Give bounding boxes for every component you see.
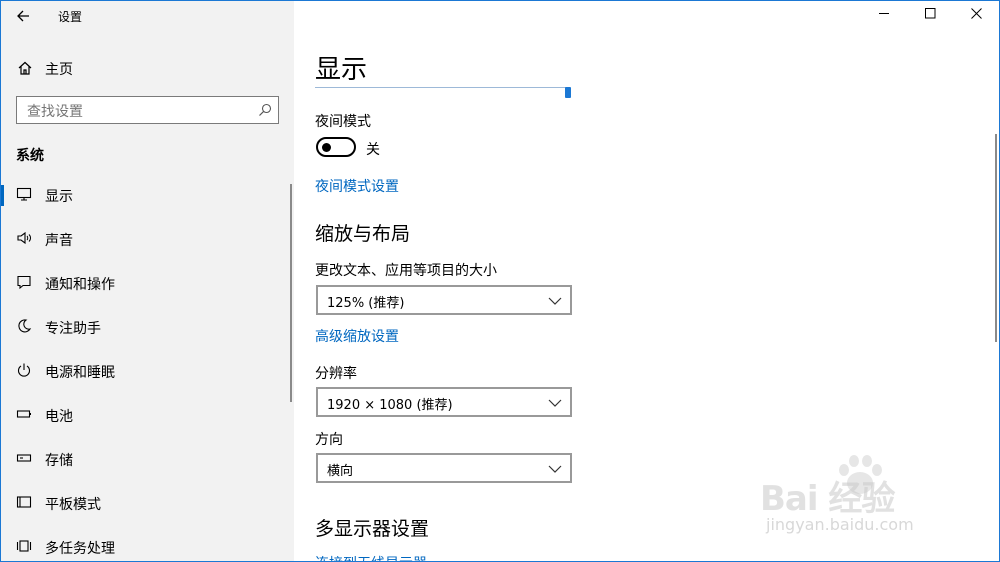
scale-layout-heading: 缩放与布局 [315,223,411,245]
speaker-icon [15,230,33,248]
night-mode-state: 关 [366,142,380,158]
home-icon [16,60,34,78]
battery-icon [15,406,33,424]
sidebar-item-label: 显示 [45,189,73,205]
sidebar-item-multitask[interactable]: 多任务处理 [1,526,294,562]
arrow-left-icon [17,10,29,22]
night-mode-settings-link[interactable]: 夜间模式设置 [315,176,399,196]
sidebar-item-moon[interactable]: 专注助手 [1,306,294,350]
night-mode-toggle[interactable] [316,137,356,157]
sidebar-item-monitor[interactable]: 显示 [1,174,294,218]
night-mode-label: 夜间模式 [315,114,371,130]
moon-icon [15,318,33,336]
sidebar-item-power[interactable]: 电源和睡眠 [1,350,294,394]
text-size-dropdown[interactable]: 125% (推荐) [316,285,572,315]
text-size-label: 更改文本、应用等项目的大小 [315,263,497,279]
sidebar-item-label: 电源和睡眠 [45,365,115,381]
tablet-icon [15,494,33,512]
title-divider [315,87,568,88]
resolution-label: 分辨率 [315,366,357,382]
home-label: 主页 [45,62,73,78]
maximize-icon [924,8,935,19]
title-bar: 设置 [1,1,294,31]
sidebar-item-label: 存储 [45,453,73,469]
maximize-button[interactable] [907,1,953,31]
minimize-icon [878,13,889,14]
close-icon [970,8,982,19]
baidu-watermark: Bai 经验 jingyan.baidu.com [760,453,960,543]
sidebar-scrollbar[interactable] [290,184,292,402]
page-title: 显示 [315,55,368,85]
watermark-brand: Bai 经验 [760,479,895,519]
back-button[interactable] [11,4,35,28]
sidebar-item-label: 电池 [45,409,73,425]
sidebar-item-message[interactable]: 通知和操作 [1,262,294,306]
chevron-down-icon [548,399,562,407]
orientation-label: 方向 [315,432,343,448]
app-title: 设置 [58,10,83,24]
close-button[interactable] [953,1,999,31]
multi-display-heading: 多显示器设置 [315,518,430,540]
message-icon [15,274,33,292]
power-icon [15,362,33,380]
search-placeholder: 查找设置 [27,104,83,120]
advanced-scaling-link[interactable]: 高级缩放设置 [315,326,399,346]
sidebar-item-storage[interactable]: 存储 [1,438,294,482]
search-input[interactable]: 查找设置 [16,96,279,124]
sidebar-item-label: 通知和操作 [45,277,115,293]
watermark-url: jingyan.baidu.com [766,515,914,534]
sidebar-item-battery[interactable]: 电池 [1,394,294,438]
sidebar-item-tablet[interactable]: 平板模式 [1,482,294,526]
wireless-display-link[interactable]: 连接到无线显示器 [315,553,427,562]
selection-indicator [1,185,4,206]
monitor-icon [15,186,33,204]
sidebar-item-label: 声音 [45,233,73,249]
multitask-icon [15,538,33,556]
storage-icon [15,450,33,468]
scroll-marker [565,87,571,98]
toggle-knob [322,143,331,152]
chevron-down-icon [548,297,562,305]
home-nav-item[interactable]: 主页 [1,54,294,84]
orientation-value: 横向 [327,464,354,479]
sidebar-item-label: 平板模式 [45,497,101,513]
sidebar: 设置 主页 查找设置 系统 显示声音通知和操作专注助手电源和睡眠电池存储平板模式… [1,1,294,561]
sidebar-item-speaker[interactable]: 声音 [1,218,294,262]
text-size-value: 125% (推荐) [327,296,405,311]
minimize-button[interactable] [861,1,907,31]
main-scrollbar[interactable] [995,134,997,342]
sidebar-item-label: 多任务处理 [45,541,115,557]
window-controls [859,1,999,31]
resolution-dropdown[interactable]: 1920 × 1080 (推荐) [316,387,572,417]
section-title: 系统 [16,148,44,164]
nav-list: 显示声音通知和操作专注助手电源和睡眠电池存储平板模式多任务处理 [1,174,294,562]
orientation-dropdown[interactable]: 横向 [316,453,572,483]
chevron-down-icon [548,465,562,473]
settings-window: 设置 主页 查找设置 系统 显示声音通知和操作专注助手电源和睡眠电池存储平板模式… [0,0,1000,562]
resolution-value: 1920 × 1080 (推荐) [327,398,453,413]
search-icon[interactable] [258,103,272,117]
sidebar-item-label: 专注助手 [45,321,101,337]
